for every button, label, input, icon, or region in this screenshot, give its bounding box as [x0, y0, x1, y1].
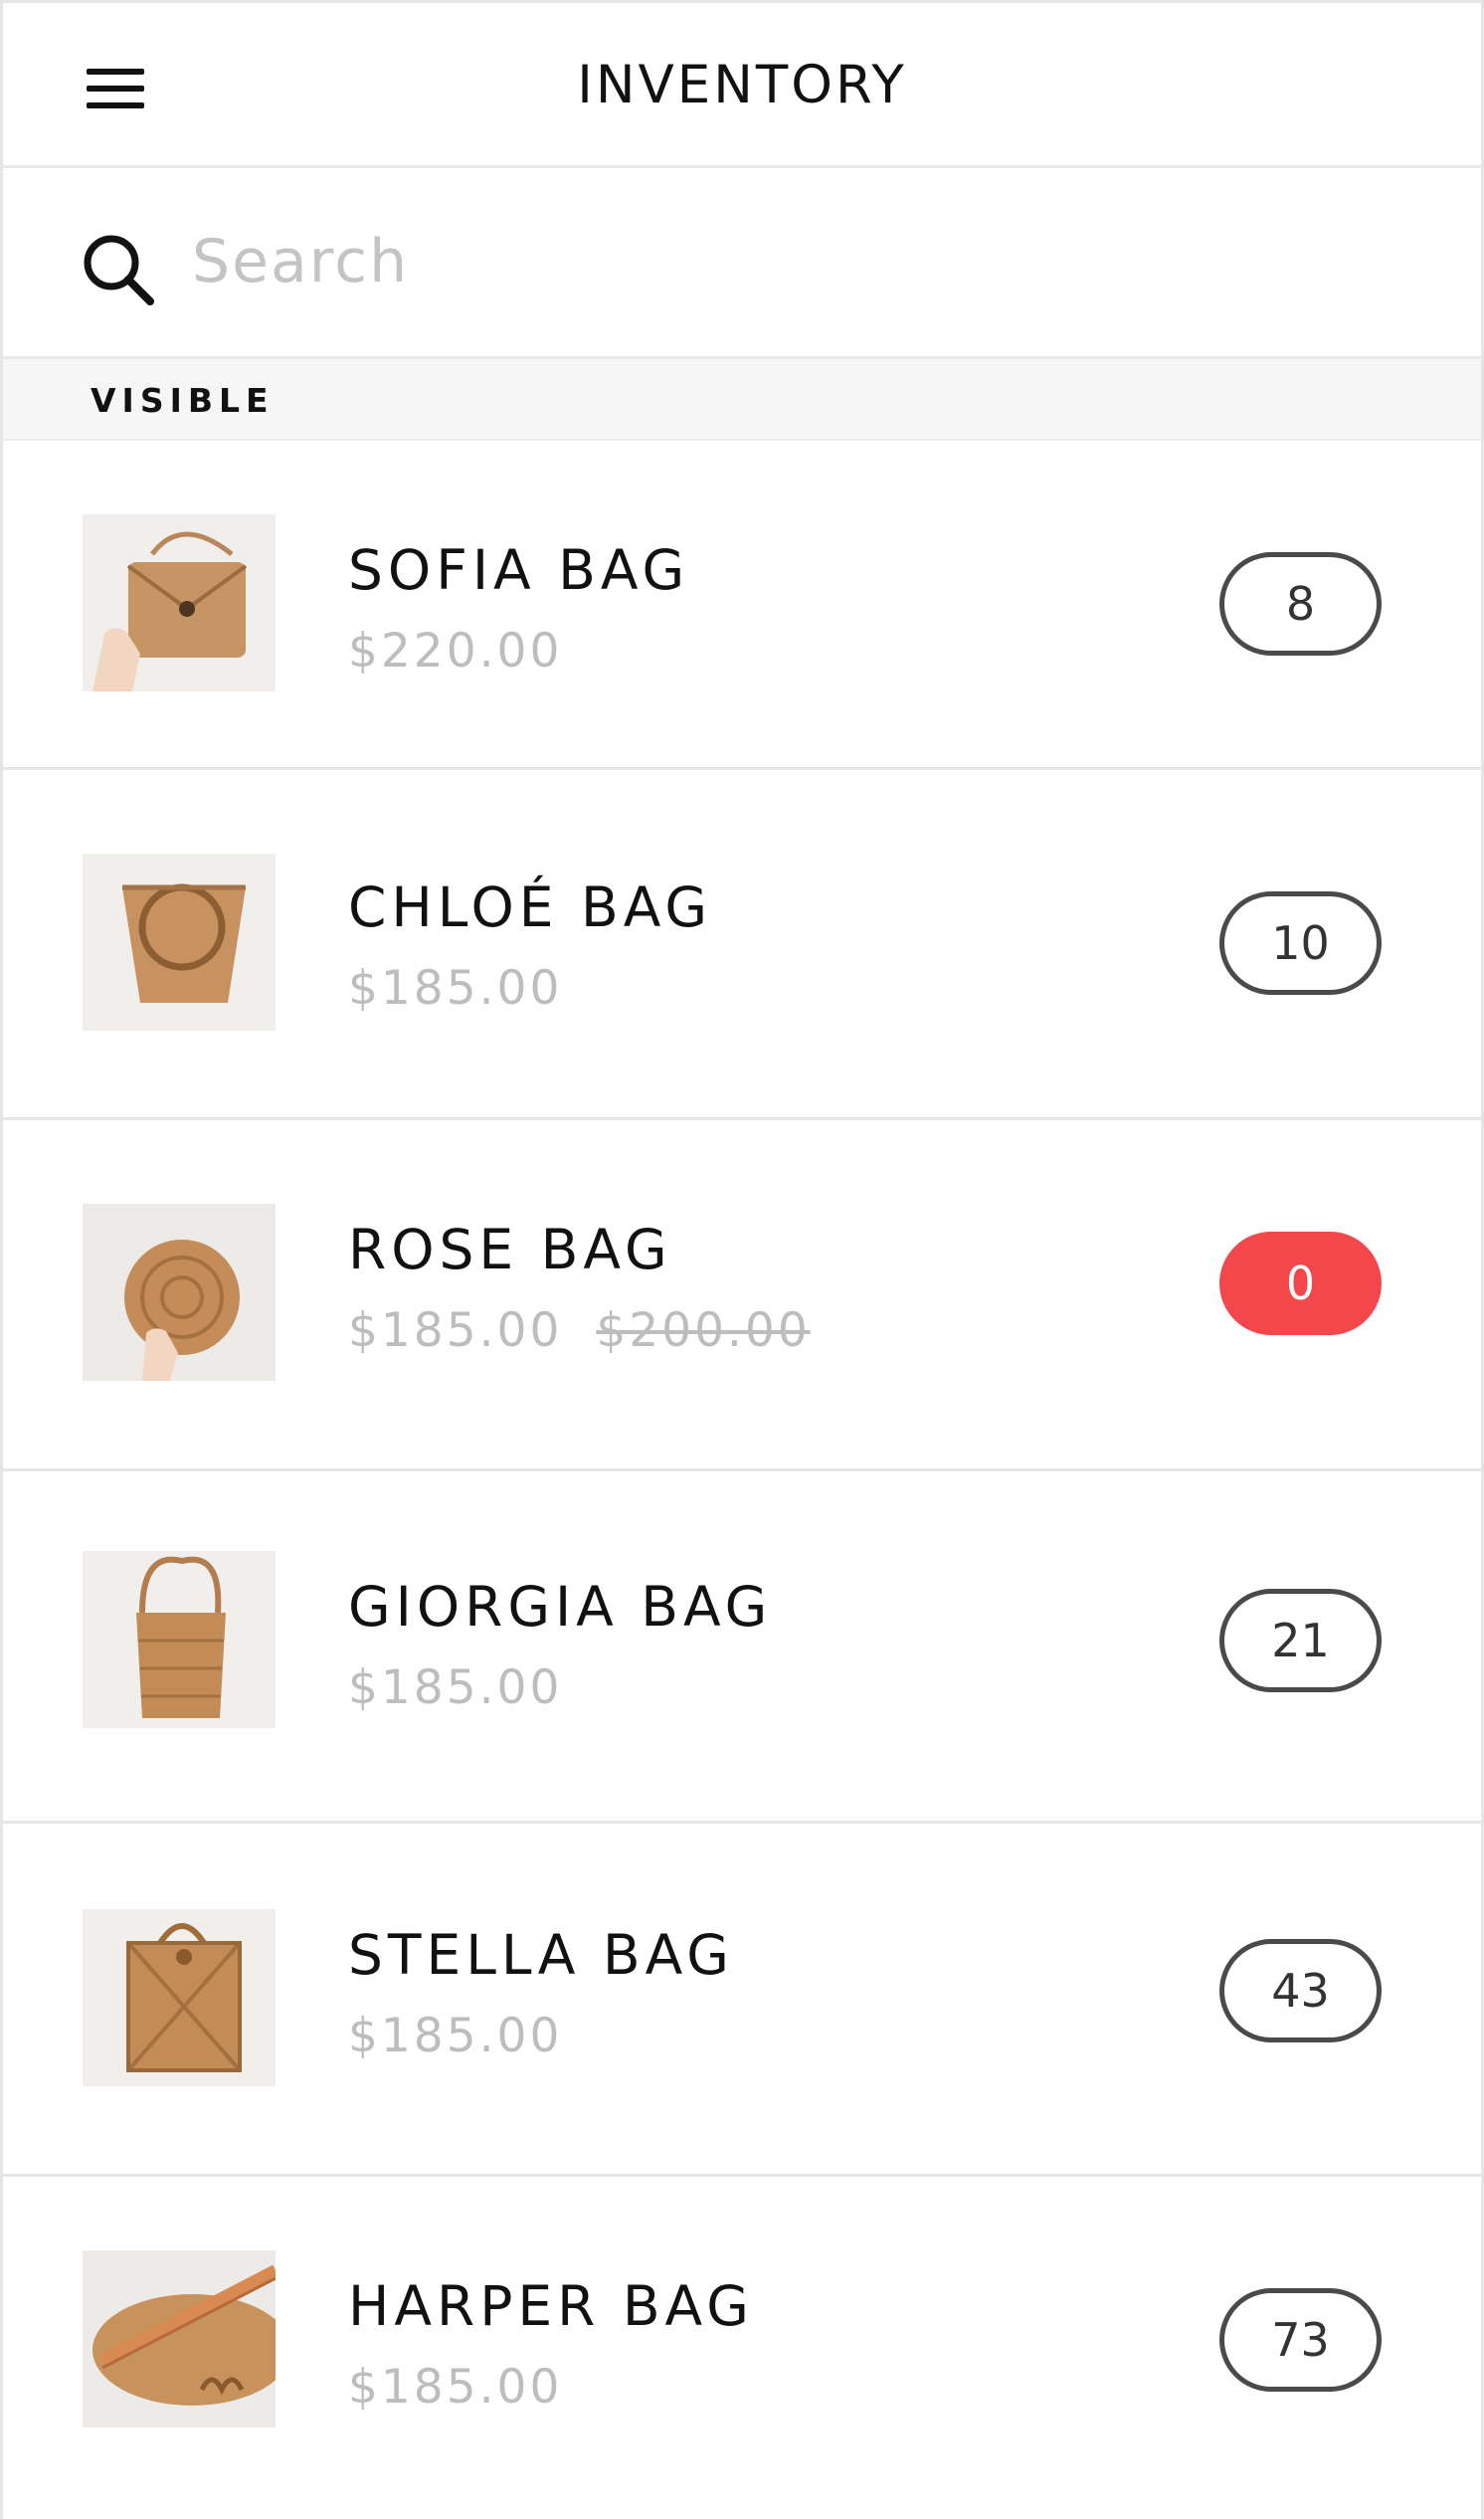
- product-name: SOFIA BAG: [348, 538, 690, 602]
- list-item[interactable]: CHLOÉ BAG $185.00 10: [3, 770, 1481, 1120]
- product-price: $185.00: [348, 2360, 562, 2415]
- product-thumbnail: [83, 1551, 276, 1728]
- product-thumbnail: [83, 1204, 276, 1381]
- product-thumbnail: [83, 2250, 276, 2427]
- list-item[interactable]: SOFIA BAG $220.00 8: [3, 441, 1481, 770]
- section-header-visible: VISIBLE: [3, 359, 1481, 441]
- current-price: $185.00: [348, 2009, 563, 2063]
- quantity-badge[interactable]: 73: [1219, 2288, 1382, 2392]
- original-price: $200.00: [596, 1303, 811, 1358]
- product-price: $185.00: [348, 1660, 562, 1715]
- search-input[interactable]: [192, 220, 1386, 303]
- product-thumbnail: [83, 1909, 276, 2086]
- section-label: VISIBLE: [91, 381, 275, 420]
- product-list: SOFIA BAG $220.00 8 CHLOÉ BAG $185.00 10: [3, 441, 1481, 2515]
- product-price: $185.00: [348, 2009, 562, 2063]
- current-price: $185.00: [348, 2360, 563, 2415]
- current-price: $185.00: [348, 1660, 563, 1715]
- current-price: $185.00: [348, 961, 563, 1016]
- inventory-screen: INVENTORY VISIBLE SOFIA BAG: [0, 0, 1484, 2519]
- product-name: CHLOÉ BAG: [348, 875, 712, 939]
- quantity-badge[interactable]: 43: [1219, 1939, 1382, 2042]
- quantity-badge[interactable]: 8: [1219, 552, 1382, 656]
- product-thumbnail: [83, 514, 276, 691]
- list-item[interactable]: STELLA BAG $185.00 43: [3, 1824, 1481, 2177]
- current-price: $185.00: [348, 1303, 563, 1358]
- top-bar: INVENTORY: [3, 3, 1481, 168]
- list-item[interactable]: GIORGIA BAG $185.00 21: [3, 1471, 1481, 1824]
- list-item[interactable]: ROSE BAG $185.00 $200.00 0: [3, 1120, 1481, 1471]
- search-bar: [3, 168, 1481, 359]
- product-name: STELLA BAG: [348, 1923, 734, 1987]
- page-title: INVENTORY: [577, 55, 907, 115]
- search-icon[interactable]: [81, 232, 156, 307]
- product-name: GIORGIA BAG: [348, 1575, 773, 1639]
- product-price: $185.00: [348, 961, 562, 1016]
- list-item[interactable]: HARPER BAG $185.00 73: [3, 2177, 1481, 2515]
- current-price: $220.00: [348, 624, 563, 678]
- quantity-badge-out-of-stock[interactable]: 0: [1219, 1232, 1382, 1335]
- product-price: $185.00 $200.00: [348, 1303, 811, 1358]
- product-price: $220.00: [348, 624, 562, 678]
- product-name: HARPER BAG: [348, 2274, 754, 2338]
- quantity-badge[interactable]: 10: [1219, 891, 1382, 995]
- product-thumbnail: [83, 854, 276, 1031]
- quantity-badge[interactable]: 21: [1219, 1589, 1382, 1692]
- product-name: ROSE BAG: [348, 1218, 672, 1281]
